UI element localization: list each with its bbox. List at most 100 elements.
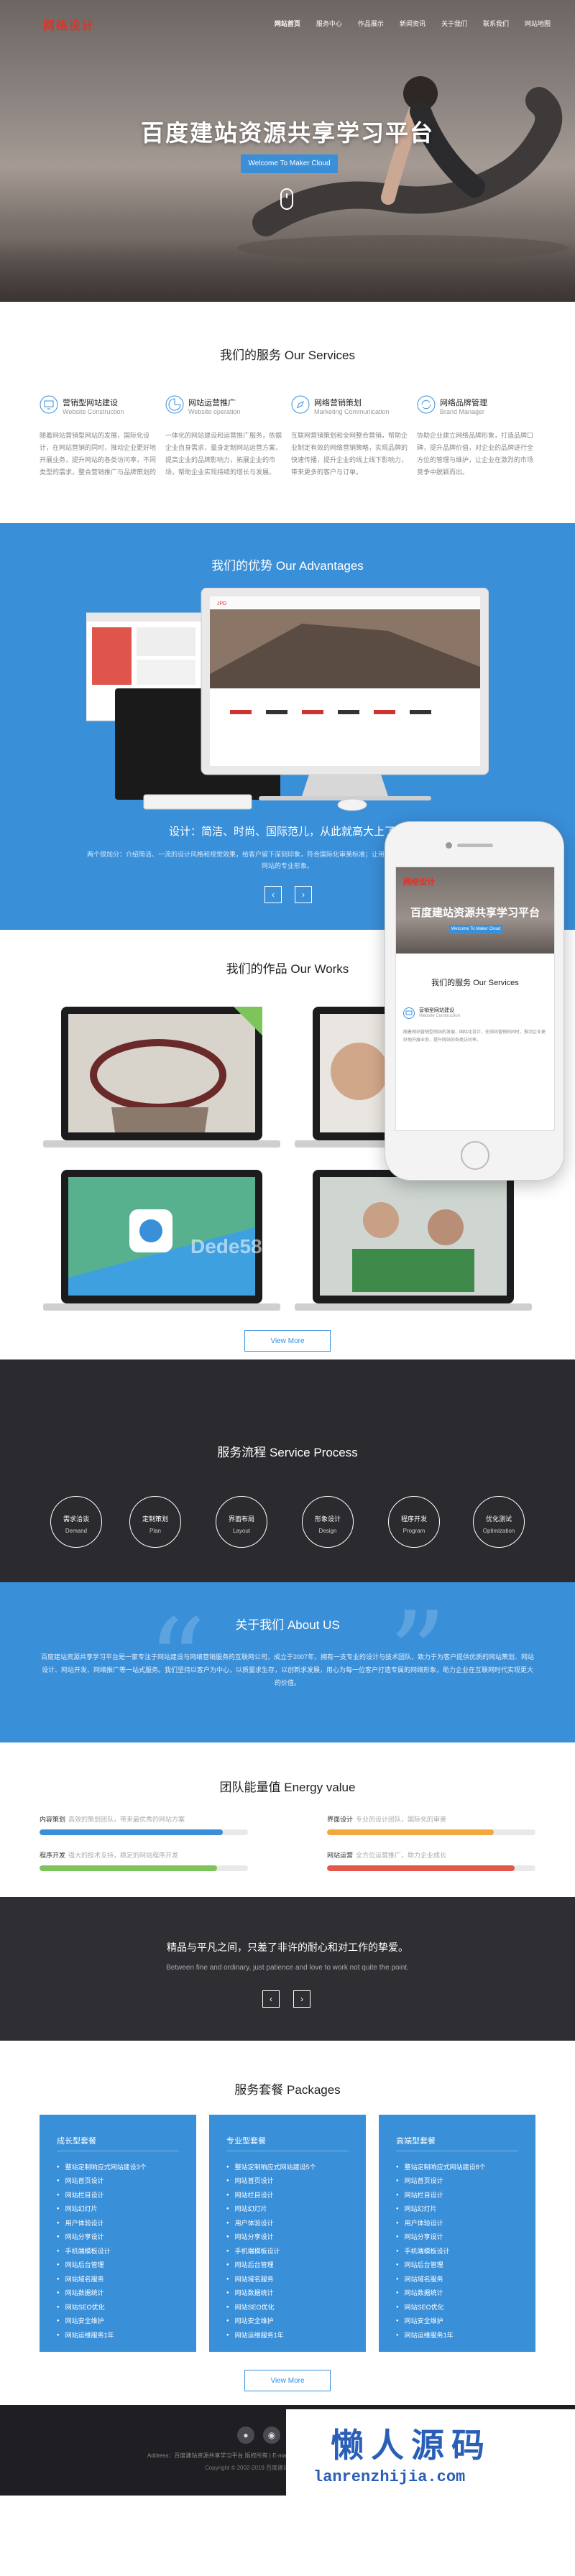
process-step: 程序开发 Program	[388, 1496, 440, 1548]
package-feature: 网站栏目设计	[57, 2189, 147, 2202]
site-logo[interactable]: 网络设计	[43, 16, 95, 33]
package-feature: 网站域名服务	[396, 2273, 486, 2286]
energy-bar-fill	[327, 1829, 494, 1835]
package-feature: 整站定制响应式网站建设3个	[57, 2161, 147, 2174]
phone-home-button	[461, 1141, 489, 1170]
process-step-cn: 界面布局	[228, 1515, 254, 1523]
package-feature: 网站幻灯片	[57, 2202, 147, 2216]
process-step-en: Plan	[149, 1528, 161, 1534]
about-section: “ ” 关于我们 About US 百度建站资源共享学习平台是一家专注于网站建设…	[0, 1582, 575, 1742]
nav-item-news[interactable]: 新闻资讯	[400, 19, 426, 28]
hero-banner: 网络设计 网站首页 服务中心 作品展示 新闻资讯 关于我们 联系我们 网站地图 …	[0, 0, 575, 302]
package-card[interactable]: 高端型套餐 整站定制响应式网站建设8个网站首页设计网站栏目设计网站幻灯片用户体验…	[379, 2115, 535, 2352]
energy-bar-fill	[40, 1829, 224, 1835]
package-feature: 网站域名服务	[57, 2273, 147, 2286]
nav-item-about[interactable]: 关于我们	[441, 19, 467, 28]
service-desc: 一体化的网站建设和运营推广服务，依据企业自身需求，量身定制网站运营方案，提高企业…	[165, 432, 282, 476]
package-feature: 用户体验设计	[226, 2217, 316, 2230]
package-feature: 网站幻灯片	[396, 2202, 486, 2216]
energy-bar-label: 网站运营	[327, 1852, 354, 1859]
package-feature: 网站首页设计	[57, 2174, 147, 2188]
phone-service-desc: 随着网站营销型网站的发展，国际化设计，在网站营销的同时，推动企业更好地开展业务，…	[403, 1030, 546, 1043]
package-card[interactable]: 成长型套餐 整站定制响应式网站建设3个网站首页设计网站栏目设计网站幻灯片用户体验…	[40, 2115, 196, 2352]
service-en: Marketing Communication	[314, 408, 390, 415]
package-feature: 网站SEO优化	[396, 2301, 486, 2314]
package-feature-list: 整站定制响应式网站建设8个网站首页设计网站栏目设计网站幻灯片用户体验设计网站分享…	[396, 2161, 486, 2342]
services-title: 我们的服务 Our Services	[220, 348, 355, 362]
nav-item-contact[interactable]: 联系我们	[483, 19, 509, 28]
service-en: Website operation	[188, 408, 241, 415]
nav-item-works[interactable]: 作品展示	[358, 19, 384, 28]
advantages-title: 我们的优势 Our Advantages	[211, 559, 364, 573]
package-feature: 网站栏目设计	[396, 2189, 486, 2202]
work-item-laptop[interactable]	[295, 1170, 532, 1319]
quote-cn: 精品与平凡之间，只差了非许的耐心和对工作的挚爱。	[167, 1942, 408, 1953]
packages-view-more-button[interactable]: View More	[244, 2370, 331, 2391]
process-step: 需求洽谈 Demand	[50, 1496, 102, 1548]
energy-bar: 程序开发 强大的技术支持，稳定的网站程序开发	[40, 1850, 248, 1871]
hero-welcome-button[interactable]: Welcome To Maker Cloud	[241, 154, 338, 173]
services-section: 我们的服务 Our Services 营销型网站建设 Website Const…	[0, 302, 575, 523]
package-card[interactable]: 专业型套餐 整站定制响应式网站建设5个网站首页设计网站栏目设计网站幻灯片用户体验…	[209, 2115, 366, 2352]
package-feature: 网站后台管理	[396, 2258, 486, 2272]
service-en: Website Construction	[63, 408, 124, 415]
energy-bar-fill	[327, 1865, 515, 1871]
package-feature: 整站定制响应式网站建设5个	[226, 2161, 316, 2174]
service-name: 营销型网站建设	[63, 399, 118, 407]
wechat-icon[interactable]: ◉	[263, 2427, 280, 2444]
package-feature: 手机端模板设计	[226, 2245, 316, 2258]
devices-showcase-image: JPD	[86, 588, 489, 811]
phone-service-en: Website Construction	[419, 1014, 460, 1018]
energy-bar-sub: 专业的设计团队，国际化的审美	[356, 1816, 447, 1823]
nav-item-services[interactable]: 服务中心	[316, 19, 342, 28]
about-text: 百度建站资源共享学习平台是一家专注于网站建设与网络营销服务的互联网公司，成立于2…	[40, 1653, 535, 1686]
energy-bar-sub: 强大的技术支持，稳定的网站程序开发	[68, 1852, 179, 1859]
package-feature: 手机端模板设计	[396, 2245, 486, 2258]
service-en: Brand Manager	[440, 408, 485, 415]
nav-item-home[interactable]: 网站首页	[275, 19, 300, 28]
svg-text:JPD: JPD	[217, 601, 226, 606]
packages-section: 服务套餐 Packages 成长型套餐 整站定制响应式网站建设3个网站首页设计网…	[0, 2041, 575, 2405]
works-view-more-button[interactable]: View More	[244, 1330, 331, 1352]
energy-bar-track	[327, 1865, 535, 1871]
package-feature: 网站SEO优化	[226, 2301, 316, 2314]
process-step: 优化测试 Optimization	[473, 1496, 525, 1548]
nav-item-sitemap[interactable]: 网站地图	[525, 19, 551, 28]
process-step-en: Layout	[232, 1528, 251, 1534]
package-feature: 网站数据统计	[396, 2286, 486, 2300]
phone-services-title: 我们的服务 Our Services	[431, 979, 519, 987]
compass-icon	[291, 395, 310, 414]
advantages-prev-arrow-icon[interactable]: ‹	[264, 886, 282, 903]
service-name: 网站运营推广	[188, 399, 236, 407]
phone-hero: 网络设计 百度建站资源共享学习平台 Welcome To Maker Cloud	[396, 867, 554, 954]
quote-prev-arrow-icon[interactable]: ‹	[262, 1990, 280, 2008]
energy-bar-sub: 高效的策划团队，带来最优秀的网站方案	[68, 1816, 185, 1823]
scroll-mouse-icon[interactable]	[280, 188, 293, 210]
package-feature: 网站栏目设计	[226, 2189, 316, 2202]
service-name: 网络营销策划	[314, 399, 362, 407]
advantages-next-arrow-icon[interactable]: ›	[295, 886, 312, 903]
package-title: 成长型套餐	[57, 2137, 96, 2146]
phone-hero-button: Welcome To Maker Cloud	[449, 925, 502, 934]
hero-title: 百度建站资源共享学习平台	[140, 120, 434, 146]
qq-icon[interactable]: ●	[237, 2427, 254, 2444]
quote-next-arrow-icon[interactable]: ›	[293, 1990, 310, 2008]
package-feature: 网站安全维护	[226, 2314, 316, 2328]
energy-title: 团队能量值 Energy value	[219, 1781, 356, 1794]
site-watermark: 懒人源码 lanrenzhijia.com	[286, 2409, 575, 2496]
energy-bar-fill	[40, 1865, 217, 1871]
package-feature: 网站域名服务	[226, 2273, 316, 2286]
package-title: 专业型套餐	[226, 2137, 266, 2146]
work-item-laptop[interactable]	[43, 1007, 280, 1156]
process-step-cn: 形象设计	[314, 1515, 341, 1523]
process-step-cn: 定制策划	[142, 1515, 168, 1523]
monitor-icon	[40, 395, 58, 414]
energy-bar-track	[40, 1829, 248, 1835]
package-feature: 网站数据统计	[57, 2286, 147, 2300]
package-feature: 网站后台管理	[226, 2258, 316, 2272]
package-feature: 网站后台管理	[57, 2258, 147, 2272]
package-feature: 整站定制响应式网站建设8个	[396, 2161, 486, 2174]
service-name: 网络品牌管理	[440, 399, 487, 407]
yoga-figure-image	[237, 76, 568, 259]
package-feature: 用户体验设计	[57, 2217, 147, 2230]
